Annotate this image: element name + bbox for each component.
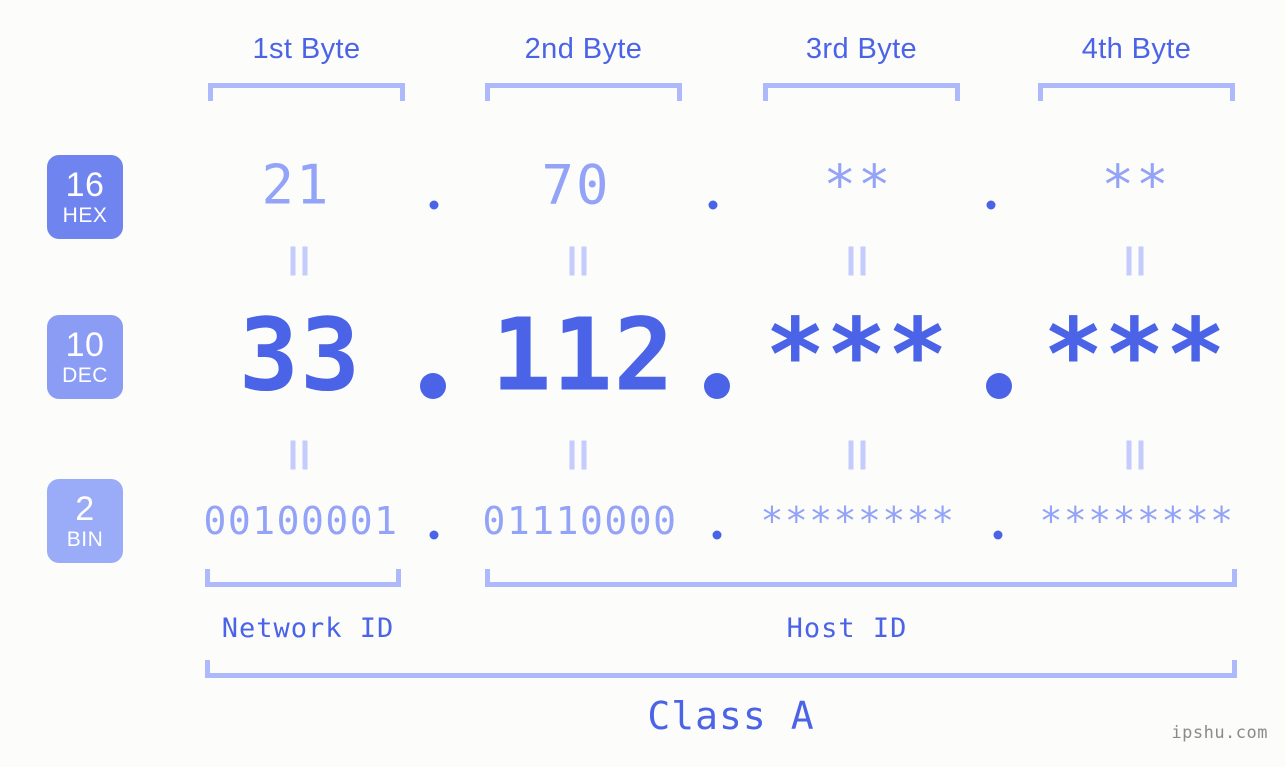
bin-byte-2: 01110000 [482,499,678,543]
ip-address-breakdown-diagram: 1st Byte 2nd Byte 3rd Byte 4th Byte 16 H… [0,0,1285,767]
equals-icon-hex-dec-3 [848,246,866,276]
class-label: Class A [647,694,815,738]
byte-header-1: 1st Byte [252,33,361,65]
bin-byte-1: 00100001 [203,499,399,543]
base-badge-hex-name: HEX [62,204,108,227]
hex-separator-1 [429,200,439,210]
dec-separator-1 [420,373,446,399]
class-bracket [205,660,1237,678]
bin-separator-2 [712,530,722,540]
byte-header-2: 2nd Byte [524,33,643,65]
equals-icon-dec-bin-3 [848,440,866,470]
base-badge-dec: 10 DEC [47,315,123,399]
hex-separator-2 [708,200,718,210]
equals-icon-dec-bin-2 [569,440,587,470]
hex-byte-3: ** [823,153,893,217]
base-badge-hex: 16 HEX [47,155,123,239]
bin-separator-3 [993,530,1003,540]
byte-bracket-2 [485,83,682,101]
bin-byte-4: ******** [1039,499,1235,543]
network-id-label: Network ID [221,613,395,644]
equals-icon-hex-dec-2 [569,246,587,276]
dec-byte-1: 33 [238,296,362,414]
byte-bracket-3 [763,83,960,101]
dec-separator-3 [986,373,1012,399]
equals-icon-dec-bin-1 [290,440,308,470]
byte-header-3: 3rd Byte [805,33,918,65]
byte-bracket-4 [1038,83,1235,101]
base-badge-dec-number: 10 [65,326,105,364]
hex-byte-2: 70 [541,153,611,217]
hex-byte-1: 21 [261,153,331,217]
dec-byte-4: *** [1043,296,1227,414]
bin-byte-3: ******** [760,499,956,543]
equals-icon-hex-dec-4 [1126,246,1144,276]
dec-separator-2 [704,373,730,399]
hex-separator-3 [986,200,996,210]
base-badge-dec-name: DEC [62,364,108,387]
byte-header-4: 4th Byte [1081,33,1192,65]
host-id-label: Host ID [786,613,908,644]
hex-byte-4: ** [1101,153,1171,217]
bin-separator-1 [429,530,439,540]
watermark: ipshu.com [1171,723,1268,743]
dec-byte-2: 112 [491,296,675,414]
dec-byte-3: *** [765,296,949,414]
equals-icon-hex-dec-1 [290,246,308,276]
base-badge-hex-number: 16 [65,166,105,204]
byte-bracket-1 [208,83,405,101]
base-badge-bin-number: 2 [75,490,95,528]
base-badge-bin-name: BIN [66,528,104,551]
network-id-bracket [205,569,401,587]
base-badge-bin: 2 BIN [47,479,123,563]
equals-icon-dec-bin-4 [1126,440,1144,470]
host-id-bracket [485,569,1237,587]
